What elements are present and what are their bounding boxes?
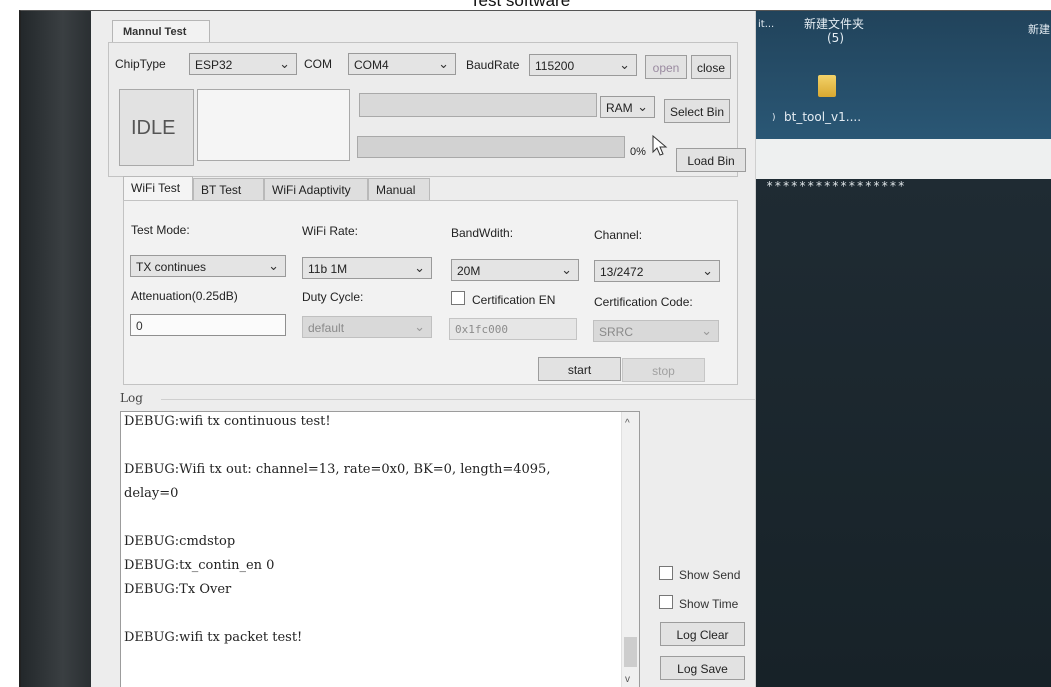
chevron-up-icon[interactable]: ^ bbox=[625, 418, 630, 429]
com-value: COM4 bbox=[354, 58, 389, 72]
load-bin-button[interactable]: Load Bin bbox=[676, 148, 746, 172]
desktop-folder-label[interactable]: 新建文件夹 bbox=[804, 15, 864, 32]
channel-select[interactable]: 13/2472 ⌄ bbox=[594, 260, 720, 282]
terminal-stars: ***************** bbox=[766, 179, 906, 193]
test-mode-label: Test Mode: bbox=[131, 223, 190, 237]
chevron-down-icon: ⌄ bbox=[279, 56, 290, 71]
monitor-photo: ST it... 新建文件夹 (5) 新建 ) bt_tool_v1.... *… bbox=[19, 10, 1051, 687]
start-button[interactable]: start bbox=[538, 357, 621, 381]
show-time-label: Show Time bbox=[679, 597, 739, 611]
certification-code-select[interactable]: SRRC ⌄ bbox=[593, 320, 719, 342]
chevron-down-icon: ⌄ bbox=[414, 319, 425, 334]
bin-path-field[interactable] bbox=[359, 93, 597, 117]
com-select[interactable]: COM4 ⌄ bbox=[348, 53, 456, 75]
tab-mannul-test[interactable]: Mannul Test bbox=[112, 20, 210, 44]
terminal-titlebar bbox=[756, 139, 1051, 179]
desktop-background: it... 新建文件夹 (5) 新建 ) bt_tool_v1.... ****… bbox=[756, 11, 1051, 687]
test-mode-select[interactable]: TX continues ⌄ bbox=[130, 255, 286, 277]
chevron-down-icon: ⌄ bbox=[701, 323, 712, 338]
baudrate-select[interactable]: 115200 ⌄ bbox=[529, 54, 637, 76]
bandwidth-select[interactable]: 20M ⌄ bbox=[451, 259, 579, 281]
log-line: DEBUG:Wifi tx out: channel=13, rate=0x0,… bbox=[124, 462, 551, 477]
certification-en-label: Certification EN bbox=[472, 293, 556, 307]
open-button[interactable]: open bbox=[645, 55, 687, 79]
download-progress-bar bbox=[357, 136, 625, 158]
test-software-window: Mannul Test ChipType ESP32 ⌄ COM COM4 ⌄ … bbox=[91, 11, 756, 687]
channel-label: Channel: bbox=[594, 228, 643, 242]
wifi-rate-select[interactable]: 11b 1M ⌄ bbox=[302, 257, 432, 279]
desktop-file-label[interactable]: bt_tool_v1.... bbox=[784, 110, 861, 124]
attenuation-label: Attenuation(0.25dB) bbox=[131, 289, 238, 303]
certification-code-label: Certification Code: bbox=[594, 295, 693, 309]
test-mode-value: TX continues bbox=[136, 260, 207, 274]
chiptype-label: ChipType bbox=[115, 57, 166, 71]
status-indicator: IDLE bbox=[119, 89, 194, 166]
chevron-down-icon: ⌄ bbox=[268, 258, 279, 273]
bandwidth-value: 20M bbox=[457, 264, 481, 278]
duty-cycle-value: default bbox=[308, 321, 345, 335]
tab-wifi-test[interactable]: WiFi Test bbox=[123, 176, 193, 200]
memory-select[interactable]: RAM ⌄ bbox=[600, 96, 655, 118]
log-scrollbar[interactable]: ^ v bbox=[621, 412, 639, 687]
photo-caption: Test software bbox=[0, 0, 1051, 10]
tab-manual[interactable]: Manual bbox=[368, 178, 430, 200]
certification-en-input[interactable]: 0x1fc000 bbox=[449, 318, 577, 340]
log-line: DEBUG:tx_contin_en 0 bbox=[124, 558, 275, 573]
caption-text: Test software bbox=[470, 0, 571, 10]
progress-percent: 0% bbox=[630, 146, 646, 158]
com-label: COM bbox=[304, 57, 332, 71]
duty-cycle-label: Duty Cycle: bbox=[302, 290, 364, 304]
tab-wifi-adaptivity[interactable]: WiFi Adaptivity bbox=[264, 178, 368, 200]
tab-bt-test[interactable]: BT Test bbox=[193, 178, 264, 200]
desktop-folder-count: (5) bbox=[827, 31, 844, 45]
file-icon[interactable] bbox=[818, 75, 836, 97]
baudrate-value: 115200 bbox=[535, 59, 575, 73]
log-line: DEBUG:cmdstop bbox=[124, 534, 236, 549]
chevron-down-icon: ⌄ bbox=[561, 262, 572, 277]
show-send-label: Show Send bbox=[679, 568, 741, 582]
bandwidth-label: BandWdith: bbox=[451, 226, 514, 240]
chevron-down-icon: ⌄ bbox=[414, 260, 425, 275]
terminal-window bbox=[756, 179, 1051, 687]
log-line: DEBUG:Tx Over bbox=[124, 582, 232, 597]
desktop-edge-paren: ) bbox=[772, 113, 776, 123]
log-line: delay=0 bbox=[124, 486, 179, 501]
show-time-checkbox[interactable] bbox=[659, 595, 673, 609]
show-send-checkbox[interactable] bbox=[659, 566, 673, 580]
chiptype-select[interactable]: ESP32 ⌄ bbox=[189, 53, 297, 75]
channel-value: 13/2472 bbox=[600, 265, 644, 279]
desktop-right-label: 新建 bbox=[1028, 23, 1050, 36]
log-line: DEBUG:wifi tx packet test! bbox=[124, 630, 303, 645]
duty-cycle-select[interactable]: default ⌄ bbox=[302, 316, 432, 338]
chiptype-value: ESP32 bbox=[195, 58, 233, 72]
log-clear-button[interactable]: Log Clear bbox=[660, 622, 745, 646]
scroll-thumb[interactable] bbox=[624, 637, 637, 667]
chevron-down-icon[interactable]: v bbox=[625, 674, 630, 685]
chevron-down-icon: ⌄ bbox=[619, 57, 630, 72]
memory-value: RAM bbox=[606, 101, 633, 115]
select-bin-button[interactable]: Select Bin bbox=[664, 99, 730, 123]
chevron-down-icon: ⌄ bbox=[637, 99, 648, 114]
cursor-icon bbox=[652, 135, 668, 156]
certification-code-value: SRRC bbox=[599, 325, 634, 339]
desktop-edge-label: it... bbox=[758, 19, 775, 30]
status-display bbox=[197, 89, 350, 161]
log-output[interactable]: DEBUG:wifi tx continuous test! DEBUG:Wif… bbox=[120, 411, 640, 687]
log-line: DEBUG:wifi tx continuous test! bbox=[124, 414, 331, 429]
stop-button[interactable]: stop bbox=[622, 358, 705, 382]
close-button[interactable]: close bbox=[691, 55, 731, 79]
chevron-down-icon: ⌄ bbox=[702, 263, 713, 278]
log-title: Log bbox=[120, 391, 143, 405]
log-save-button[interactable]: Log Save bbox=[660, 656, 745, 680]
log-divider bbox=[161, 399, 756, 400]
wifi-rate-value: 11b 1M bbox=[308, 262, 348, 276]
monitor-bezel bbox=[21, 11, 91, 687]
certification-en-checkbox[interactable] bbox=[451, 291, 465, 305]
chevron-down-icon: ⌄ bbox=[438, 56, 449, 71]
baudrate-label: BaudRate bbox=[466, 58, 520, 72]
attenuation-input[interactable]: 0 bbox=[130, 314, 286, 336]
wifi-rate-label: WiFi Rate: bbox=[302, 224, 359, 238]
